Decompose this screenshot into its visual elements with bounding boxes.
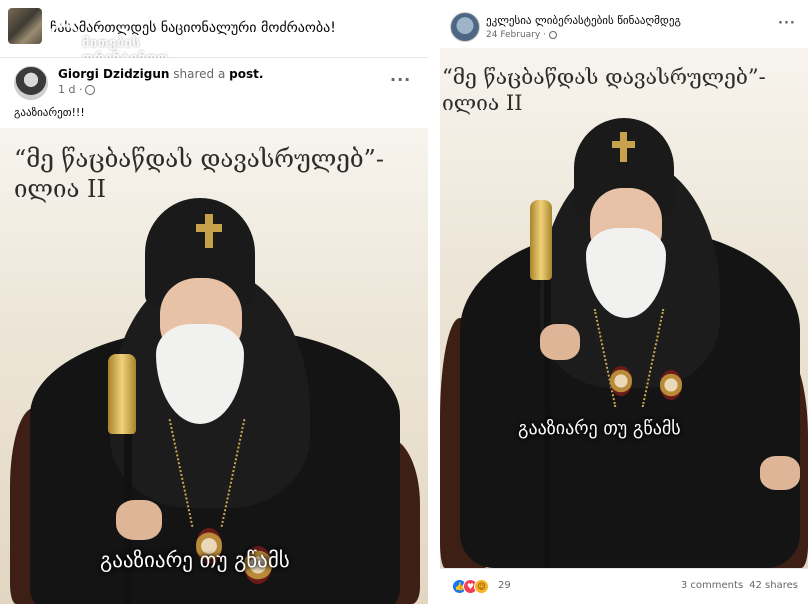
patriarch-portrait [0, 128, 428, 604]
more-options-button[interactable]: ··· [778, 16, 796, 31]
author-action: shared a [169, 67, 230, 81]
hand-left [116, 500, 162, 540]
staff [544, 248, 551, 568]
group-name[interactable]: ჩასამართლდეს ნაციონალური მოძრაობა! [50, 20, 336, 36]
group-avatar[interactable] [8, 8, 42, 44]
page-meta: 24 February · [486, 30, 557, 40]
post-meta: 1 d · [58, 83, 96, 96]
author-avatar[interactable] [14, 66, 48, 100]
post-caption: გააზიარეთ!!! [14, 106, 85, 119]
reaction-count[interactable]: 29 [498, 580, 511, 591]
page-post-time[interactable]: 24 February · [486, 30, 546, 40]
globe-icon [548, 31, 557, 39]
cross-horizontal [196, 224, 222, 232]
post-image[interactable]: “მე წაცბაწდას დავასრულებ”- ილია II გააზი… [0, 128, 428, 604]
page-avatar[interactable] [450, 12, 480, 42]
author-name[interactable]: Giorgi Dzidzigun [58, 67, 169, 81]
image-subtitle: გააზიარე თუ გწამს [518, 418, 681, 439]
medal-right [660, 370, 682, 400]
post-image[interactable]: “მე წაცბაწდას დავასრულებ”- ილია II გააზი… [440, 48, 808, 568]
reactions-bar: 👍 ♥ ☺ 29 3 comments 42 shares [440, 568, 808, 604]
left-post-screenshot: ჩასამართლდეს ნაციონალური მოძრაობა! მითებ… [0, 0, 428, 604]
image-subtitle: გააზიარე თუ გწამს [100, 548, 290, 572]
shared-post-link[interactable]: post. [229, 67, 263, 81]
reaction-icons[interactable]: 👍 ♥ ☺ [452, 579, 489, 594]
staff-top [108, 354, 136, 434]
haha-icon: ☺ [474, 579, 489, 594]
shares-count[interactable]: 42 shares [749, 580, 798, 591]
group-header: ჩასამართლდეს ნაციონალური მოძრაობა! მითებ… [0, 0, 428, 66]
post-card: Giorgi Dzidzigun shared a post. 1 d · ··… [0, 58, 428, 604]
cross-horizontal [612, 141, 635, 148]
more-options-button[interactable]: ··· [390, 70, 411, 89]
patriarch-portrait [440, 48, 808, 568]
page-name[interactable]: ეკლესია ლიბერასტების წინააღმდეგ [486, 14, 681, 27]
post-stats: 3 comments 42 shares [681, 580, 798, 591]
staff-top [530, 200, 552, 280]
author-line: Giorgi Dzidzigun shared a post. [58, 67, 263, 81]
medal-center [610, 366, 632, 396]
globe-icon [85, 84, 96, 95]
right-post-screenshot: ეკლესია ლიბერასტების წინააღმდეგ 24 Febru… [440, 0, 808, 604]
comments-count[interactable]: 3 comments [681, 580, 743, 591]
hand-right [760, 456, 800, 490]
post-time[interactable]: 1 d · [58, 83, 82, 96]
hand-left [540, 324, 580, 360]
